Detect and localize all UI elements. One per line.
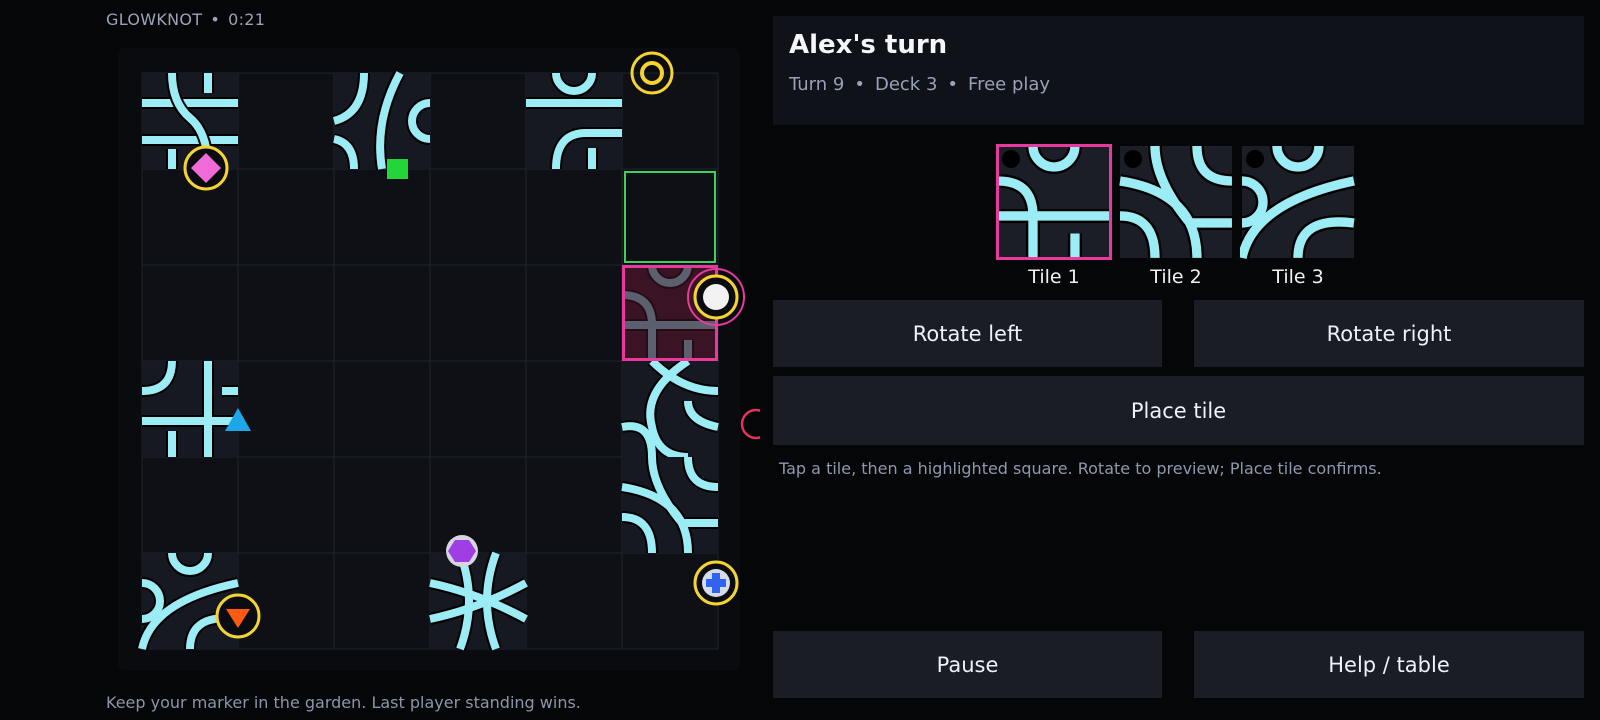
entry-ring[interactable]	[740, 408, 760, 440]
meta-separator: •	[854, 74, 865, 95]
board-cell[interactable]	[525, 264, 623, 362]
placed-tile	[430, 553, 526, 649]
tile-3-preview[interactable]	[1240, 144, 1356, 260]
board-cell[interactable]	[333, 264, 431, 362]
board-cell[interactable]	[429, 456, 527, 554]
board-cell[interactable]	[237, 168, 335, 266]
tile-1-preview[interactable]	[996, 144, 1112, 260]
tile-3-label: Tile 3	[1272, 266, 1324, 288]
hand-tile-1[interactable]: Tile 1	[996, 144, 1112, 288]
tile-1-label: Tile 1	[1028, 266, 1080, 288]
board-cell[interactable]	[429, 264, 527, 362]
board-cell[interactable]	[333, 360, 431, 458]
placed-tile	[622, 457, 718, 553]
green-square-marker	[387, 159, 408, 179]
board-cell[interactable]	[429, 168, 527, 266]
purple-hexagon-marker	[446, 535, 478, 567]
game-mode: Free play	[968, 74, 1051, 95]
board-cell[interactable]	[237, 456, 335, 554]
board-cell[interactable]	[141, 456, 239, 554]
turn-panel: Alex's turn Turn 9 • Deck 3 • Free play	[773, 16, 1584, 125]
board-cell[interactable]	[333, 168, 431, 266]
board-cell[interactable]	[525, 552, 623, 650]
tile-2-label: Tile 2	[1150, 266, 1202, 288]
board-cell[interactable]	[525, 168, 623, 266]
pink-diamond-marker	[183, 145, 229, 191]
placed-tile	[622, 361, 718, 457]
footer-tip: Keep your marker in the garden. Last pla…	[106, 693, 581, 712]
board-cell[interactable]	[141, 264, 239, 362]
board-cell[interactable]	[429, 360, 527, 458]
blue-cross-marker	[693, 560, 739, 606]
instruction-hint: Tap a tile, then a highlighted square. R…	[779, 459, 1382, 478]
deck-count: Deck 3	[874, 74, 938, 95]
tile-2-preview[interactable]	[1118, 144, 1234, 260]
place-tile-button[interactable]: Place tile	[773, 376, 1584, 445]
board-cell[interactable]	[525, 456, 623, 554]
help-table-button[interactable]: Help / table	[1194, 631, 1584, 698]
meta-separator: •	[947, 74, 959, 95]
turn-meta: Turn 9 • Deck 3 • Free play	[789, 74, 1050, 95]
pause-button[interactable]: Pause	[773, 631, 1162, 698]
rotate-left-button[interactable]: Rotate left	[773, 300, 1162, 367]
board-cell[interactable]	[333, 552, 431, 650]
board-cell[interactable]	[525, 360, 623, 458]
board-cell[interactable]	[237, 264, 335, 362]
placed-tile	[526, 73, 622, 169]
turn-title: Alex's turn	[789, 30, 948, 60]
rotate-right-button[interactable]: Rotate right	[1194, 300, 1584, 367]
board-cell[interactable]	[621, 168, 719, 266]
board-cell[interactable]	[237, 360, 335, 458]
board-cell[interactable]	[429, 72, 527, 170]
board-cell[interactable]	[237, 72, 335, 170]
hand-tile-2[interactable]: Tile 2	[1118, 144, 1234, 288]
board-cell[interactable]	[333, 456, 431, 554]
orange-triangle-marker	[215, 593, 261, 639]
placed-tile	[142, 361, 238, 457]
white-circle-marker	[687, 268, 745, 326]
turn-number: Turn 9	[789, 74, 845, 95]
placed-tile	[334, 73, 430, 169]
hand-tile-3[interactable]: Tile 3	[1240, 144, 1356, 288]
game-board[interactable]	[0, 0, 760, 720]
